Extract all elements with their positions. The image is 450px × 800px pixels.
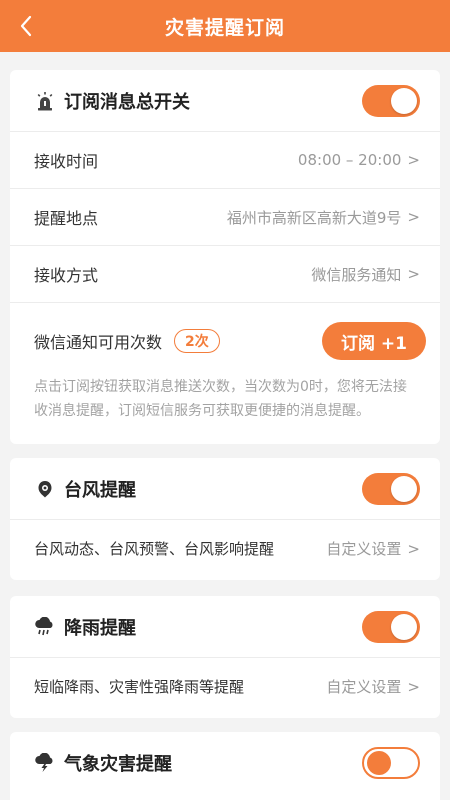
alarm-light-icon	[34, 90, 56, 112]
toggle-knob	[367, 751, 391, 775]
rain-custom-settings[interactable]: 自定义设置	[326, 676, 401, 697]
thunderstorm-icon	[34, 752, 56, 774]
receive-time-row[interactable]: 接收时间 08:00 – 20:00 >	[10, 132, 440, 189]
subscribe-button[interactable]: 订阅 +1	[322, 322, 426, 360]
typhoon-custom-settings[interactable]: 自定义设置	[326, 538, 401, 559]
master-switch-row: 订阅消息总开关	[10, 70, 440, 132]
weather-disaster-title-row: 气象灾害提醒	[10, 732, 440, 794]
reminder-location-label: 提醒地点	[34, 209, 99, 228]
receive-method-row[interactable]: 接收方式 微信服务通知 >	[10, 246, 440, 303]
weather-disaster-title: 气象灾害提醒	[64, 754, 172, 775]
toggle-knob	[391, 475, 417, 502]
chevron-right-icon: >	[407, 677, 420, 696]
chevron-right-icon: >	[407, 151, 420, 169]
typhoon-title: 台风提醒	[64, 479, 136, 501]
rain-desc: 短临降雨、灾害性强降雨等提醒	[34, 678, 245, 696]
master-switch-title: 订阅消息总开关	[64, 91, 190, 113]
notification-count-row: 微信通知可用次数 2次 订阅 +1	[10, 303, 440, 365]
back-button[interactable]	[10, 10, 42, 42]
reminder-location-row[interactable]: 提醒地点 福州市高新区高新大道9号 >	[10, 189, 440, 246]
page-title: 灾害提醒订阅	[164, 16, 285, 39]
rain-card: 降雨提醒 短临降雨、灾害性强降雨等提醒 自定义设置 >	[10, 596, 440, 718]
rain-cloud-icon	[34, 616, 56, 638]
weather-disaster-card: 气象灾害提醒	[10, 732, 440, 800]
app-header: 灾害提醒订阅	[0, 0, 450, 52]
typhoon-card: 台风提醒 台风动态、台风预警、台风影响提醒 自定义设置 >	[10, 458, 440, 580]
notification-count-label: 微信通知可用次数	[34, 333, 163, 352]
typhoon-desc: 台风动态、台风预警、台风影响提醒	[34, 540, 275, 558]
rain-toggle[interactable]	[362, 610, 420, 643]
toggle-knob	[391, 613, 417, 640]
rain-title: 降雨提醒	[64, 617, 136, 639]
back-chevron-icon	[20, 15, 32, 37]
chevron-right-icon: >	[407, 539, 420, 558]
typhoon-settings-row[interactable]: 台风动态、台风预警、台风影响提醒 自定义设置 >	[10, 520, 440, 577]
rain-title-row: 降雨提醒	[10, 596, 440, 658]
master-switch-card: 订阅消息总开关 接收时间 08:00 – 20:00 > 提醒地点 福州市高新区…	[10, 70, 440, 444]
receive-time-label: 接收时间	[34, 152, 99, 171]
receive-method-value: 微信服务通知	[311, 265, 402, 284]
master-switch-toggle[interactable]	[362, 84, 420, 117]
typhoon-icon	[34, 478, 56, 500]
receive-method-label: 接收方式	[34, 266, 99, 285]
chevron-right-icon: >	[407, 265, 420, 283]
typhoon-title-row: 台风提醒	[10, 458, 440, 520]
typhoon-toggle[interactable]	[362, 472, 420, 505]
chevron-right-icon: >	[407, 208, 420, 226]
reminder-location-value: 福州市高新区高新大道9号	[226, 208, 402, 227]
receive-time-value: 08:00 – 20:00	[297, 151, 402, 169]
subscribe-note: 点击订阅按钮获取消息推送次数，当次数为0时，您将无法接收消息提醒，订阅短信服务可…	[34, 379, 407, 419]
toggle-knob	[391, 87, 417, 114]
notification-count-badge: 2次	[174, 329, 220, 353]
weather-disaster-toggle[interactable]	[362, 747, 420, 779]
rain-settings-row[interactable]: 短临降雨、灾害性强降雨等提醒 自定义设置 >	[10, 658, 440, 715]
